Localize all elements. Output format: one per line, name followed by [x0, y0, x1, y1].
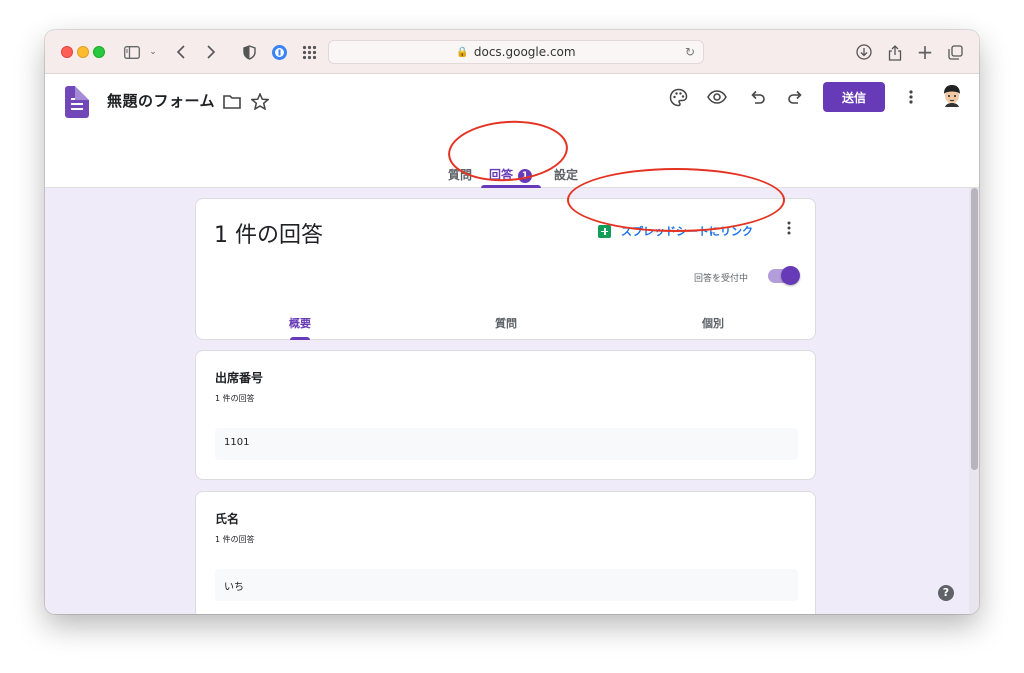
subtab-individual[interactable]: 個別: [702, 315, 724, 331]
scrollbar-thumb[interactable]: [971, 188, 978, 470]
apps-grid-icon[interactable]: [300, 42, 318, 62]
scrollbar[interactable]: [969, 188, 979, 614]
share-icon[interactable]: [886, 42, 904, 62]
sidebar-toggle-icon[interactable]: [123, 42, 141, 62]
folder-icon[interactable]: [219, 88, 245, 114]
question-summary-card: 氏名 1 件の回答 いち: [195, 491, 816, 614]
question-response-count: 1 件の回答: [215, 394, 255, 403]
forms-header: 無題のフォーム 送信 質問 回答 1 設定: [45, 74, 979, 188]
form-tabs: 質問 回答 1 設定: [45, 156, 979, 188]
tab-settings-label: 設定: [554, 168, 579, 182]
minimize-window-button[interactable]: [77, 46, 89, 58]
link-to-sheets-button[interactable]: スプレッドシートにリンク: [598, 223, 753, 239]
eye-icon[interactable]: [704, 84, 730, 110]
question-title: 出席番号: [215, 371, 264, 385]
answer-row: いち: [215, 569, 798, 601]
forward-arrow-icon[interactable]: [203, 42, 219, 62]
responses-content[interactable]: 1 件の回答 スプレッドシートにリンク 回答を受付中 概要 質問 個別 出席番号…: [45, 188, 979, 614]
more-options-icon[interactable]: [787, 221, 791, 238]
privacy-shield-icon[interactable]: [241, 42, 257, 62]
active-subtab-indicator: [290, 337, 310, 340]
new-tab-icon[interactable]: +: [916, 40, 934, 64]
answer-row: 1101: [215, 428, 798, 460]
zoom-window-button[interactable]: [93, 46, 105, 58]
chevron-down-icon[interactable]: ⌄: [147, 42, 159, 62]
tab-questions[interactable]: 質問: [448, 166, 472, 183]
avatar[interactable]: [940, 83, 964, 109]
address-bar-url: docs.google.com: [473, 45, 576, 59]
address-bar[interactable]: 🔒 docs.google.com ↻: [328, 40, 704, 64]
tab-responses[interactable]: 回答 1: [489, 166, 533, 183]
tab-responses-label: 回答: [489, 168, 514, 182]
link-to-sheets-label: スプレッドシートにリンク: [621, 225, 753, 238]
response-count-badge: 1: [518, 169, 533, 183]
tab-settings[interactable]: 設定: [554, 166, 578, 183]
response-count-heading: 1 件の回答: [214, 223, 323, 248]
more-vert-icon[interactable]: [898, 84, 924, 110]
accepting-responses-label: 回答を受付中: [694, 274, 749, 284]
reload-icon[interactable]: ↻: [685, 45, 695, 59]
close-window-button[interactable]: [61, 46, 73, 58]
sheets-icon: [598, 224, 611, 238]
back-arrow-icon[interactable]: [173, 42, 189, 62]
redo-icon[interactable]: [782, 84, 808, 110]
subtab-summary[interactable]: 概要: [289, 315, 311, 331]
star-icon[interactable]: [247, 88, 273, 114]
responses-summary-card: 1 件の回答 スプレッドシートにリンク 回答を受付中 概要 質問 個別: [195, 198, 816, 340]
download-icon[interactable]: [855, 42, 873, 62]
browser-window: ⌄ 🔒 docs.google.com ↻ + 無題のフォーム 送信 質問 回答…: [45, 30, 979, 614]
tab-overview-icon[interactable]: [946, 42, 964, 62]
tab-questions-label: 質問: [448, 168, 473, 182]
send-button[interactable]: 送信: [823, 82, 885, 112]
question-summary-card: 出席番号 1 件の回答 1101: [195, 350, 816, 480]
lock-icon: 🔒: [456, 46, 469, 58]
accepting-responses-toggle[interactable]: [768, 266, 800, 285]
question-title: 氏名: [215, 512, 240, 526]
forms-logo-icon[interactable]: [65, 86, 89, 118]
subtab-question[interactable]: 質問: [495, 315, 517, 331]
browser-toolbar: ⌄ 🔒 docs.google.com ↻ +: [45, 30, 979, 74]
form-title[interactable]: 無題のフォーム: [107, 90, 215, 111]
question-response-count: 1 件の回答: [215, 535, 255, 544]
undo-icon[interactable]: [745, 84, 771, 110]
password-extension-icon[interactable]: [270, 42, 288, 62]
help-icon[interactable]: ?: [938, 585, 954, 601]
palette-icon[interactable]: [665, 84, 691, 110]
